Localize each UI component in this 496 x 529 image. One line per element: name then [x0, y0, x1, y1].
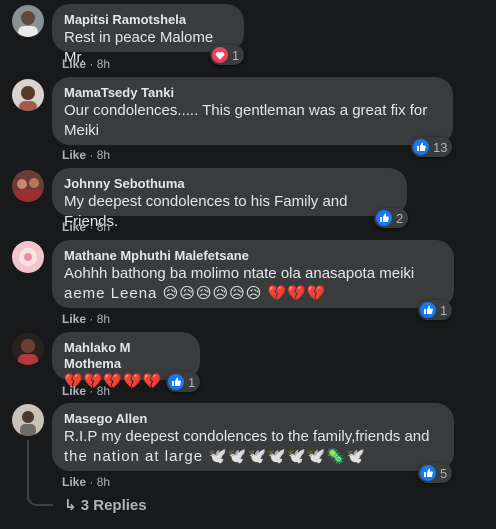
timestamp[interactable]: 8h	[97, 475, 110, 489]
view-replies-link[interactable]: ↳ 3 Replies	[64, 496, 147, 514]
avatar[interactable]	[12, 170, 44, 202]
reaction-badge[interactable]: 1	[166, 372, 201, 392]
reaction-count: 1	[188, 374, 196, 390]
comment-text-line-2: aeme Leena 😥😥😥😥😥😥 💔💔💔	[64, 285, 327, 302]
like-link[interactable]: Like	[62, 220, 86, 234]
thumbs-up-icon	[413, 139, 429, 155]
comment-text: My deepest condolences to his Family and…	[64, 193, 348, 230]
heart-icon	[212, 47, 228, 63]
reaction-badge[interactable]: 1	[210, 45, 245, 65]
timestamp[interactable]: 8h	[97, 57, 110, 71]
commenter-name[interactable]: MamaTsedy Tanki	[64, 85, 441, 101]
reaction-count: 1	[232, 47, 240, 63]
avatar[interactable]	[12, 333, 44, 365]
reaction-count: 1	[440, 302, 448, 318]
timestamp[interactable]: 8h	[97, 220, 110, 234]
commenter-name[interactable]: Mapitsi Ramotshela	[64, 12, 232, 28]
comment-text-line-1: Our condolences..... This gentleman was …	[64, 102, 428, 119]
comment-text-line-2: Meiki	[64, 122, 100, 139]
reply-arrow-icon: ↳	[64, 497, 77, 514]
thumbs-up-icon	[420, 302, 436, 318]
avatar[interactable]	[12, 79, 44, 111]
timestamp[interactable]: 8h	[97, 148, 110, 162]
reaction-badge[interactable]: 2	[374, 208, 409, 228]
like-link[interactable]: Like	[62, 57, 86, 71]
commenter-name[interactable]: Mahlako M Mothema	[64, 340, 188, 372]
like-link[interactable]: Like	[62, 475, 86, 489]
comment-bubble: Mathane Mphuthi Malefetsane Aohhh bathon…	[52, 240, 454, 308]
reaction-count: 13	[433, 139, 448, 155]
reaction-count: 5	[440, 465, 448, 481]
timestamp[interactable]: 8h	[97, 384, 110, 398]
avatar[interactable]	[12, 404, 44, 436]
comment-text-line-2: the nation at large 🕊️🕊️🕊️🕊️🕊️🕊️🦠🕊️	[64, 448, 366, 465]
reaction-badge[interactable]: 13	[411, 137, 453, 157]
like-link[interactable]: Like	[62, 384, 86, 398]
comment-meta: Like · 8h	[62, 475, 111, 489]
comment-bubble: MamaTsedy Tanki Our condolences..... Thi…	[52, 77, 453, 145]
like-link[interactable]: Like	[62, 312, 86, 326]
thread-connector	[27, 490, 53, 506]
commenter-name[interactable]: Mathane Mphuthi Malefetsane	[64, 248, 442, 264]
comment-meta: Like · 8h	[62, 384, 111, 398]
comment-meta: Like · 8h	[62, 57, 111, 71]
thumbs-up-icon	[376, 210, 392, 226]
thumbs-up-icon	[420, 465, 436, 481]
comment-bubble: Masego Allen R.I.P my deepest condolence…	[52, 403, 454, 471]
timestamp[interactable]: 8h	[97, 312, 110, 326]
comment-meta: Like · 8h	[62, 312, 111, 326]
avatar[interactable]	[12, 5, 44, 37]
commenter-name[interactable]: Masego Allen	[64, 411, 442, 427]
reaction-badge[interactable]: 1	[418, 300, 453, 320]
replies-label: 3 Replies	[80, 497, 147, 514]
comment-meta: Like · 8h	[62, 148, 111, 162]
comment-text-line-1: R.I.P my deepest condolences to the fami…	[64, 428, 430, 445]
reaction-count: 2	[396, 210, 404, 226]
reaction-badge[interactable]: 5	[418, 463, 453, 483]
commenter-name[interactable]: Johnny Sebothuma	[64, 176, 395, 192]
thumbs-up-icon	[168, 374, 184, 390]
avatar[interactable]	[12, 241, 44, 273]
comment-meta: Like · 8h	[62, 220, 111, 234]
comment-bubble: Johnny Sebothuma My deepest condolences …	[52, 168, 407, 230]
comment-text-line-1: Aohhh bathong ba molimo ntate ola anasap…	[64, 265, 415, 282]
like-link[interactable]: Like	[62, 148, 86, 162]
